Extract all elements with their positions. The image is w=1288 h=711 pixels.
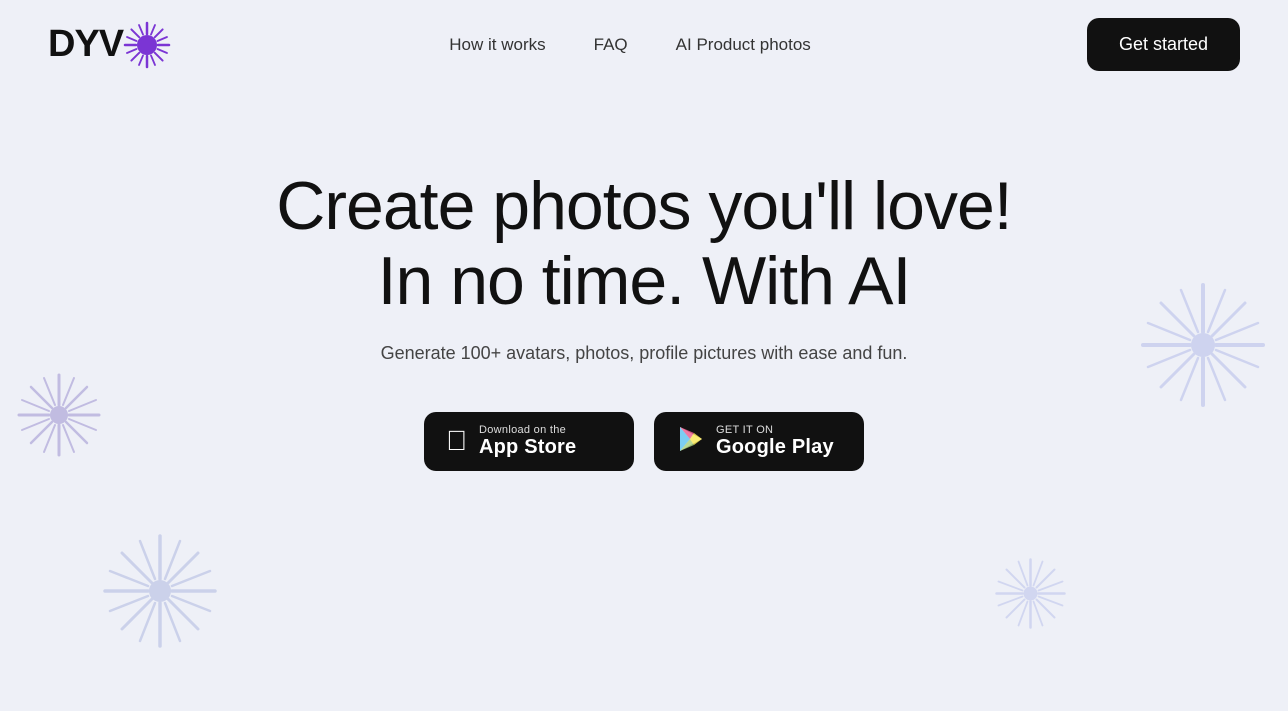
logo-burst-icon: [121, 19, 173, 71]
get-started-button[interactable]: Get started: [1087, 18, 1240, 71]
google-play-text: GET IT ON Google Play: [716, 424, 834, 459]
decorative-burst-bottom-left: [100, 531, 220, 651]
app-store-button[interactable]:  Download on the App Store: [424, 412, 634, 471]
decorative-burst-bottom-right: [993, 556, 1068, 631]
google-play-sub: GET IT ON: [716, 424, 773, 436]
hero-section: Create photos you'll love! In no time. W…: [0, 89, 1288, 471]
app-store-main: App Store: [479, 436, 576, 459]
nav-item-faq[interactable]: FAQ: [594, 35, 628, 55]
logo[interactable]: DYV: [48, 19, 173, 71]
navbar: DYV: [0, 0, 1288, 89]
faq-link[interactable]: FAQ: [594, 35, 628, 54]
store-buttons:  Download on the App Store GET IT ON: [424, 412, 864, 471]
google-play-button[interactable]: GET IT ON Google Play: [654, 412, 864, 471]
hero-title-line1: Create photos you'll love!: [276, 169, 1011, 244]
ai-product-photos-link[interactable]: AI Product photos: [676, 35, 811, 54]
hero-title-line2: In no time. With AI: [378, 244, 911, 319]
logo-text: DYV: [48, 23, 123, 66]
app-store-text: Download on the App Store: [479, 424, 576, 459]
nav-item-how-it-works[interactable]: How it works: [449, 35, 545, 55]
hero-subtitle: Generate 100+ avatars, photos, profile p…: [381, 343, 908, 364]
how-it-works-link[interactable]: How it works: [449, 35, 545, 54]
nav-item-ai-product-photos[interactable]: AI Product photos: [676, 35, 811, 55]
app-store-sub: Download on the: [479, 424, 566, 436]
apple-icon: : [446, 427, 467, 455]
google-play-main: Google Play: [716, 436, 834, 459]
nav-links: How it works FAQ AI Product photos: [449, 35, 811, 55]
google-play-icon: [676, 425, 704, 458]
